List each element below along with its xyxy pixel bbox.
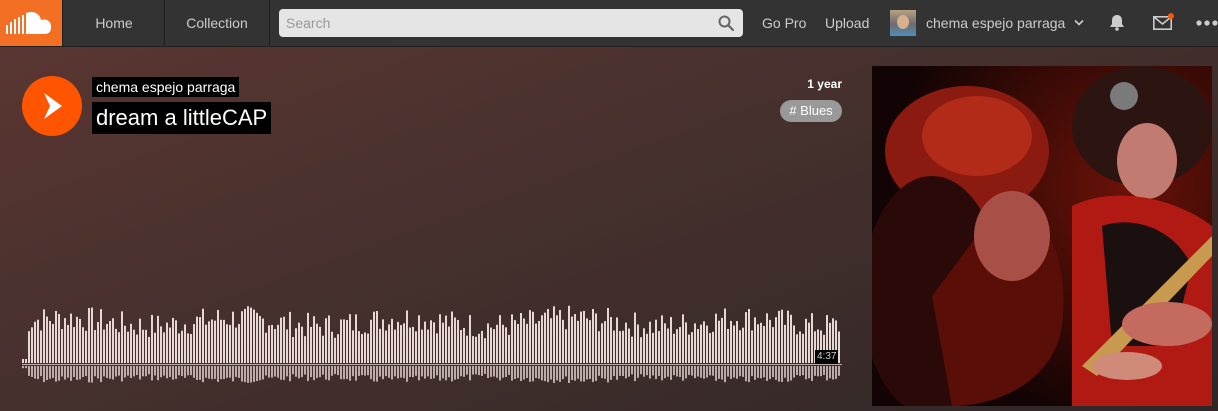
user-menu[interactable]: chema espejo parraga [890, 0, 1090, 46]
waveform[interactable] [22, 295, 842, 383]
posted-time: 1 year [807, 77, 842, 91]
top-header: Home Collection Go Pro Upload chema espe… [0, 0, 1218, 47]
bell-icon[interactable] [1109, 14, 1125, 31]
more-icon[interactable] [1196, 20, 1218, 26]
search-input[interactable] [279, 9, 706, 37]
soundcloud-logo-icon [6, 11, 52, 34]
chevron-down-icon [1074, 19, 1084, 26]
genre-tag[interactable]: # Blues [780, 100, 842, 122]
track-hero: chema espejo parraga dream a littleCAP 1… [0, 47, 1218, 411]
search-icon[interactable] [718, 15, 734, 31]
play-button[interactable] [22, 76, 82, 136]
notification-dot [1168, 13, 1174, 19]
soundcloud-logo[interactable] [0, 0, 62, 46]
user-name: chema espejo parraga [926, 15, 1066, 31]
play-icon [44, 93, 62, 119]
artist-name[interactable]: chema espejo parraga [92, 77, 240, 97]
track-title: dream a littleCAP [92, 102, 272, 134]
search-bar [279, 9, 743, 37]
nav-home[interactable]: Home [62, 0, 165, 46]
nav-collection[interactable]: Collection [164, 0, 270, 46]
go-pro-link[interactable]: Go Pro [762, 0, 806, 46]
avatar [890, 10, 916, 36]
upload-link[interactable]: Upload [825, 0, 869, 46]
track-artwork [872, 66, 1212, 406]
track-duration: 4:37 [815, 350, 839, 364]
